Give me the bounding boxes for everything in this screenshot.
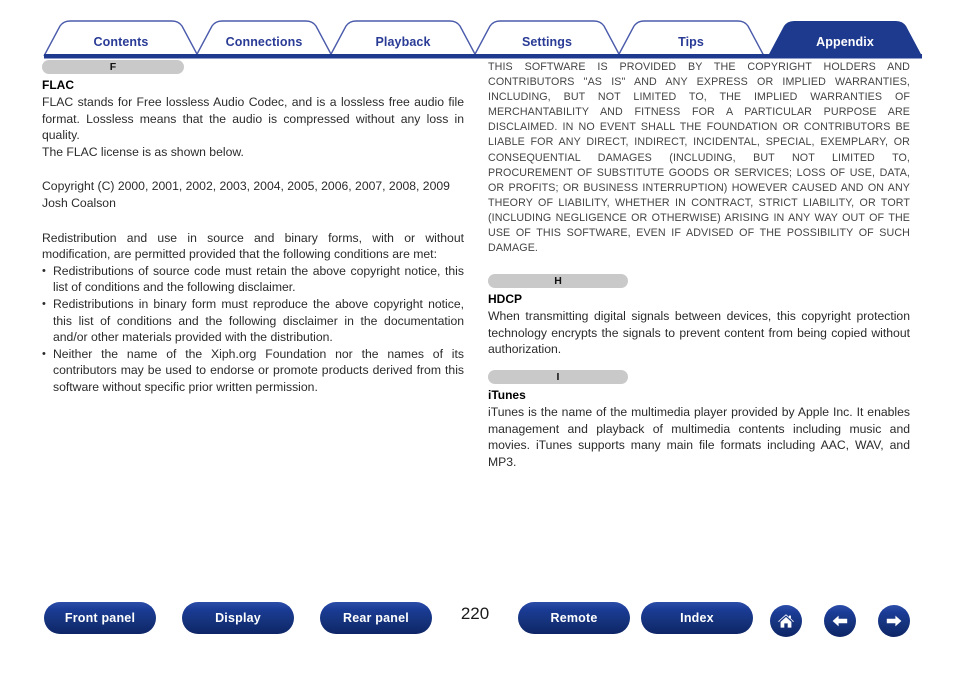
tab-baseline — [44, 54, 922, 59]
tab-bar: Contents Connections Playback Settings T… — [0, 0, 954, 60]
itunes-definition: iTunes is the name of the multimedia pla… — [488, 405, 910, 469]
content-area: F FLAC FLAC stands for Free lossless Aud… — [0, 60, 954, 590]
tab-playback[interactable]: Playback — [330, 35, 476, 49]
tab-appendix[interactable]: Appendix — [768, 35, 922, 49]
rear-panel-button[interactable]: Rear panel — [320, 602, 432, 634]
section-letter-f: F — [42, 60, 184, 74]
term-itunes: iTunes — [488, 388, 526, 402]
conditions-list: Redistributions of source code must reta… — [42, 263, 464, 396]
hdcp-definition: When transmitting digital signals betwee… — [488, 309, 910, 357]
left-column: F FLAC FLAC stands for Free lossless Aud… — [42, 60, 464, 396]
list-item: Redistributions of source code must reta… — [42, 263, 464, 296]
arrow-left-icon — [830, 611, 850, 631]
term-flac: FLAC — [42, 78, 74, 92]
home-icon — [776, 611, 796, 631]
flac-definition-part2: The FLAC license is as shown below. — [42, 144, 244, 159]
section-letter-h: H — [488, 274, 628, 289]
tab-settings[interactable]: Settings — [474, 35, 620, 49]
tab-connections[interactable]: Connections — [196, 35, 332, 49]
next-button[interactable] — [878, 605, 910, 637]
front-panel-button[interactable]: Front panel — [44, 602, 156, 634]
back-button[interactable] — [824, 605, 856, 637]
flac-definition-part1: FLAC stands for Free lossless Audio Code… — [42, 95, 464, 143]
term-hdcp: HDCP — [488, 292, 523, 307]
flac-copyright: Copyright (C) 2000, 2001, 2002, 2003, 20… — [42, 179, 450, 210]
footer-navigation: Front panel Display Rear panel 220 Remot… — [0, 602, 954, 654]
remote-button[interactable]: Remote — [518, 602, 630, 634]
list-item: Neither the name of the Xiph.org Foundat… — [42, 346, 464, 396]
redistribution-intro: Redistribution and use in source and bin… — [42, 230, 464, 262]
section-letter-i: I — [488, 370, 628, 384]
page-number: 220 — [460, 604, 490, 623]
right-column: THIS SOFTWARE IS PROVIDED BY THE COPYRIG… — [488, 60, 910, 470]
index-button[interactable]: Index — [641, 602, 753, 634]
display-button[interactable]: Display — [182, 602, 294, 634]
tab-tips[interactable]: Tips — [618, 35, 764, 49]
arrow-right-icon — [884, 611, 904, 631]
list-item: Redistributions in binary form must repr… — [42, 296, 464, 346]
tab-contents[interactable]: Contents — [44, 35, 198, 49]
license-disclaimer: THIS SOFTWARE IS PROVIDED BY THE COPYRIG… — [488, 61, 910, 255]
home-button[interactable] — [770, 605, 802, 637]
